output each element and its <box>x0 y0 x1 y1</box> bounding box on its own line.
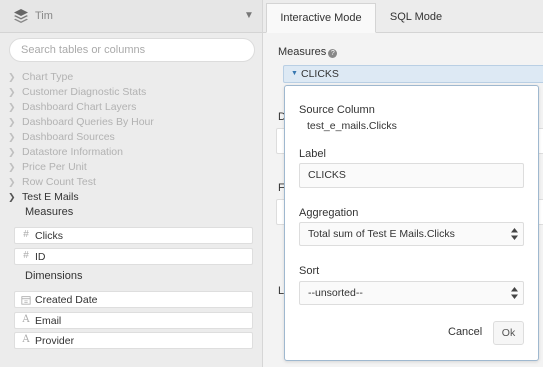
chevron-right-icon: ❯ <box>8 87 16 97</box>
measures-heading: Measures <box>25 206 74 218</box>
chevron-right-icon: ❯ <box>8 132 16 142</box>
chevron-right-icon: ❯ <box>8 72 16 82</box>
column-item-clicks[interactable]: # Clicks <box>14 227 253 244</box>
column-item-email[interactable]: A Email <box>14 312 253 329</box>
table-item[interactable]: ❯ Dashboard Chart Layers <box>8 101 136 115</box>
aggregation-select[interactable]: Total sum of Test E Mails.Clicks <box>299 222 524 246</box>
layers-icon <box>14 9 28 23</box>
chevron-right-icon: ❯ <box>8 162 16 172</box>
select-arrows-icon <box>511 228 518 240</box>
table-item[interactable]: ❯ Dashboard Queries By Hour <box>8 116 154 130</box>
measure-pill-clicks[interactable]: ▼ CLICKS <box>283 65 543 83</box>
search-input[interactable] <box>9 38 255 62</box>
table-item[interactable]: ❯ Customer Diagnostic Stats <box>8 86 146 100</box>
ok-button[interactable]: Ok <box>493 321 524 345</box>
chevron-right-icon: ❯ <box>8 147 16 157</box>
database-selector[interactable]: Tim ▼ <box>0 0 262 33</box>
text-type-icon: A <box>22 314 30 325</box>
table-item[interactable]: ❯ Row Count Test <box>8 176 96 190</box>
source-column-value: test_e_mails.Clicks <box>307 120 397 132</box>
label-field-label: Label <box>299 148 326 160</box>
number-icon: # <box>23 250 29 261</box>
table-item[interactable]: ❯ Price Per Unit <box>8 161 87 175</box>
help-icon[interactable]: ? <box>328 49 338 58</box>
database-name: Tim <box>35 10 53 22</box>
sidebar: Tim ▼ ❯Chart Type ❯Customer Diagnostic S… <box>0 0 263 367</box>
sort-label: Sort <box>299 265 320 277</box>
calendar-icon <box>21 296 31 305</box>
sort-select[interactable]: --unsorted-- <box>299 281 524 305</box>
column-item-id[interactable]: # ID <box>14 248 253 265</box>
table-item-open[interactable]: ❯ Test E Mails <box>8 191 79 205</box>
chevron-right-icon: ❯ <box>8 117 16 127</box>
tab-interactive-mode[interactable]: Interactive Mode <box>266 3 376 33</box>
aggregation-label: Aggregation <box>299 207 359 219</box>
label-input[interactable]: CLICKS <box>299 163 524 188</box>
measures-label: Measures? <box>278 46 338 58</box>
table-item[interactable]: ❯ Datastore Information <box>8 146 123 160</box>
table-item[interactable]: ❯ Dashboard Sources <box>8 131 115 145</box>
source-column-label: Source Column <box>299 104 375 116</box>
chevron-right-icon: ❯ <box>8 177 16 187</box>
caret-down-icon: ▼ <box>291 70 298 77</box>
measure-settings-popover: Source Column test_e_mails.Clicks Label … <box>284 85 539 361</box>
number-icon: # <box>23 229 29 240</box>
tab-sql-mode[interactable]: SQL Mode <box>381 3 451 33</box>
column-item-provider[interactable]: A Provider <box>14 332 253 349</box>
column-item-created-date[interactable]: Created Date <box>14 291 253 308</box>
dimensions-heading: Dimensions <box>25 270 83 282</box>
text-type-icon: A <box>22 334 30 345</box>
table-item[interactable]: ❯ Chart Type <box>8 71 73 85</box>
chevron-down-icon[interactable]: ▼ <box>244 10 254 21</box>
chevron-right-icon: ❯ <box>8 102 16 112</box>
chevron-down-icon: ❯ <box>8 192 16 202</box>
select-arrows-icon <box>511 287 518 299</box>
mode-tabs: Interactive Mode SQL Mode <box>263 0 543 33</box>
cancel-button[interactable]: Cancel <box>448 326 482 338</box>
